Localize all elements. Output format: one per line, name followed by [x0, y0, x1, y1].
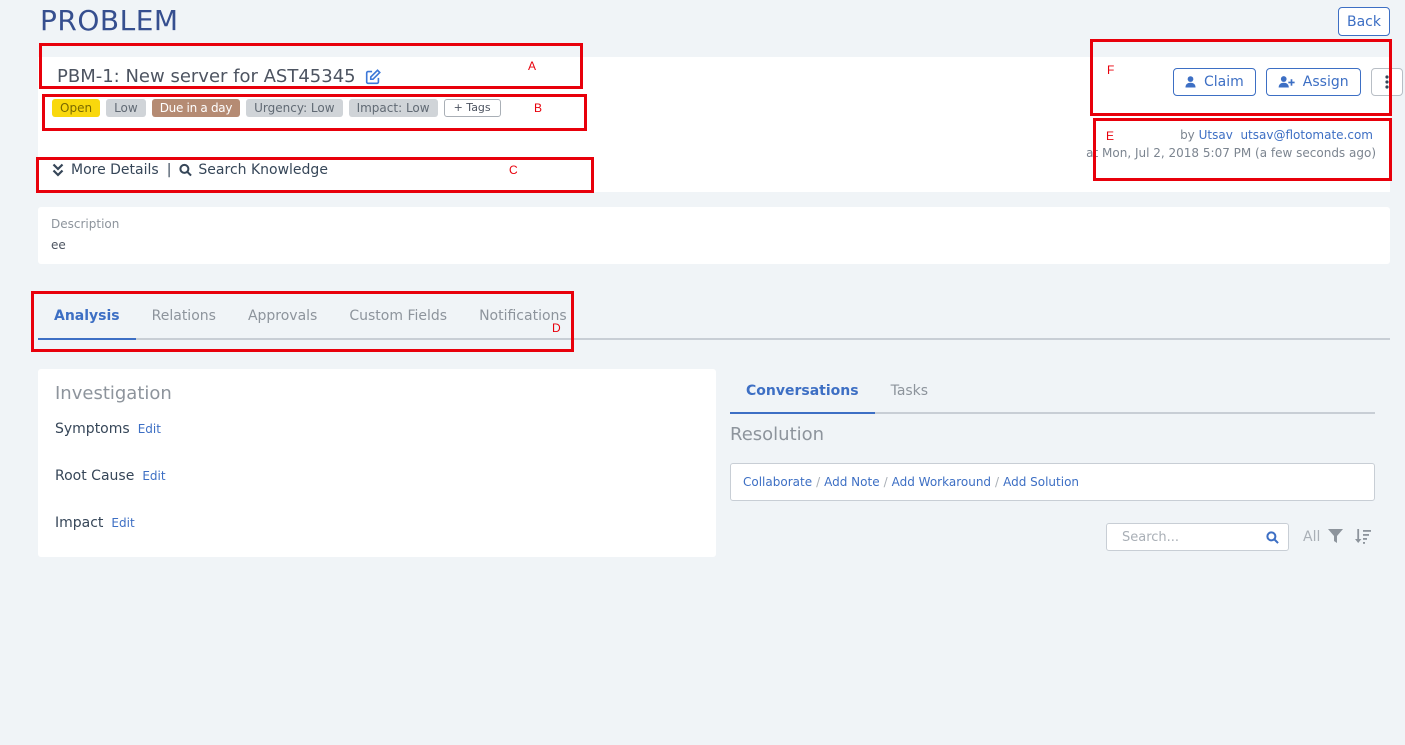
- filter-all-label[interactable]: All: [1303, 529, 1320, 545]
- more-options-button[interactable]: [1370, 68, 1403, 96]
- conversation-search: [1106, 523, 1289, 551]
- annotation-label-e: E: [1106, 129, 1115, 143]
- user-plus-icon: [1278, 76, 1295, 88]
- annotation-label-c: C: [509, 163, 518, 177]
- user-icon: [1185, 76, 1196, 88]
- annotation-label-d: D: [552, 321, 561, 335]
- search-icon[interactable]: [179, 163, 193, 177]
- urgency-tag[interactable]: Urgency: Low: [246, 99, 343, 117]
- impact-edit-link[interactable]: Edit: [111, 516, 134, 530]
- created-by-user[interactable]: Utsav: [1199, 128, 1233, 142]
- annotation-label-a: A: [528, 59, 537, 73]
- tab-tasks[interactable]: Tasks: [875, 374, 945, 414]
- created-timestamp: at Mon, Jul 2, 2018 5:07 PM (a few secon…: [1086, 146, 1376, 160]
- filter-icon[interactable]: [1328, 529, 1343, 543]
- ticket-title-row: PBM-1: New server for AST45345: [57, 66, 382, 87]
- page-title: PROBLEM: [40, 4, 179, 37]
- conversation-tabs: Conversations Tasks: [730, 374, 1375, 414]
- add-tags-button[interactable]: + Tags: [443, 99, 501, 117]
- add-workaround-link[interactable]: Add Workaround: [892, 475, 991, 489]
- search-knowledge-link[interactable]: Search Knowledge: [198, 162, 328, 178]
- edit-icon[interactable]: [364, 68, 382, 86]
- created-by-email[interactable]: utsav@flotomate.com: [1240, 128, 1373, 142]
- symptoms-edit-link[interactable]: Edit: [138, 422, 161, 436]
- details-row: More Details | Search Knowledge: [52, 162, 328, 178]
- claim-button[interactable]: Claim: [1173, 68, 1256, 96]
- impact-tag[interactable]: Impact: Low: [348, 99, 438, 117]
- by-prefix: by: [1180, 128, 1195, 142]
- add-solution-link[interactable]: Add Solution: [1003, 475, 1079, 489]
- ticket-title: PBM-1: New server for AST45345: [57, 66, 356, 87]
- resolution-title: Resolution: [730, 424, 825, 445]
- link-separator: /: [816, 475, 821, 489]
- annotation-label-f: F: [1107, 63, 1115, 77]
- resolution-actions: Collaborate / Add Note / Add Workaround …: [730, 463, 1375, 501]
- assign-label: Assign: [1302, 74, 1349, 90]
- investigation-row-impact: Impact Edit: [55, 515, 135, 531]
- description-value: ee: [51, 238, 66, 252]
- search-icon[interactable]: [1266, 531, 1279, 544]
- impact-label: Impact: [55, 515, 104, 531]
- action-row: Claim Assign: [1173, 68, 1403, 96]
- annotation-label-b: B: [534, 101, 543, 115]
- root-cause-edit-link[interactable]: Edit: [142, 469, 165, 483]
- assign-button[interactable]: Assign: [1265, 68, 1361, 96]
- tab-analysis[interactable]: Analysis: [38, 296, 136, 340]
- collaborate-link[interactable]: Collaborate: [743, 475, 812, 489]
- tags-row: Open Low Due in a day Urgency: Low Impac…: [52, 99, 501, 117]
- tab-conversations[interactable]: Conversations: [730, 374, 875, 414]
- link-separator: /: [995, 475, 1000, 489]
- tab-approvals[interactable]: Approvals: [232, 296, 333, 340]
- status-tag[interactable]: Open: [52, 99, 101, 117]
- symptoms-label: Symptoms: [55, 421, 130, 437]
- tab-relations[interactable]: Relations: [136, 296, 232, 340]
- investigation-row-root-cause: Root Cause Edit: [55, 468, 166, 484]
- investigation-card: Investigation Symptoms Edit Root Cause E…: [38, 369, 716, 557]
- description-card: Description ee: [38, 207, 1390, 264]
- link-separator: /: [883, 475, 888, 489]
- chevron-double-down-icon[interactable]: [52, 163, 65, 177]
- investigation-title: Investigation: [55, 383, 172, 404]
- due-tag[interactable]: Due in a day: [151, 99, 241, 117]
- tab-notifications[interactable]: Notifications: [463, 296, 583, 340]
- claim-label: Claim: [1204, 74, 1244, 90]
- details-separator: |: [166, 162, 172, 178]
- vertical-dots-icon: [1385, 75, 1389, 89]
- investigation-row-symptoms: Symptoms Edit: [55, 421, 161, 437]
- tab-custom-fields[interactable]: Custom Fields: [333, 296, 463, 340]
- description-label: Description: [51, 217, 120, 231]
- root-cause-label: Root Cause: [55, 468, 135, 484]
- back-button[interactable]: Back: [1338, 7, 1390, 36]
- main-tabs: Analysis Relations Approvals Custom Fiel…: [38, 296, 1390, 340]
- sort-icon[interactable]: [1355, 528, 1371, 544]
- priority-tag[interactable]: Low: [106, 99, 146, 117]
- created-by: by Utsav utsav@flotomate.com: [1180, 128, 1373, 142]
- more-details-link[interactable]: More Details: [71, 162, 159, 178]
- add-note-link[interactable]: Add Note: [824, 475, 879, 489]
- search-input[interactable]: [1122, 529, 1262, 545]
